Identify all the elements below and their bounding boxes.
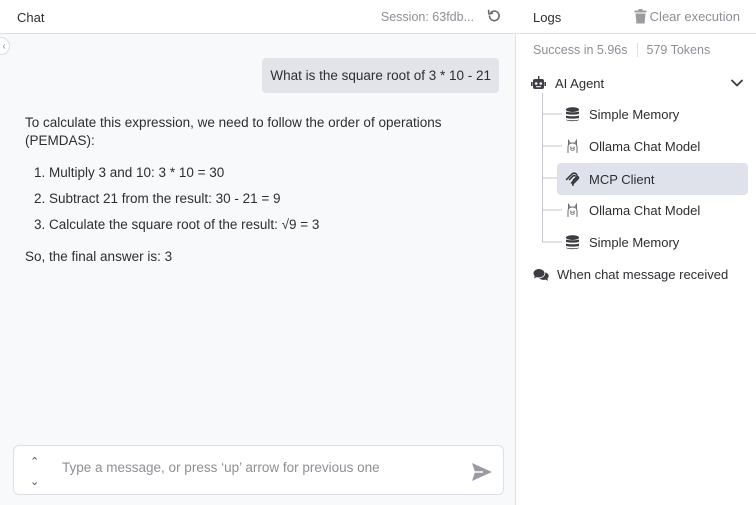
- token-count: 579 Tokens: [646, 43, 711, 57]
- tree-item-label: MCP Client: [589, 171, 655, 187]
- user-message: What is the square root of 3 * 10 - 21: [262, 58, 499, 93]
- bot-message: To calculate this expression, we need to…: [25, 114, 485, 280]
- send-icon[interactable]: [471, 462, 493, 482]
- message-input-box: ⌃ ⌄: [13, 445, 504, 495]
- status-text: Success in 5.96s: [533, 43, 628, 57]
- database-icon: [566, 234, 579, 249]
- logs-header: Logs Clear execution: [517, 0, 756, 34]
- tree-item-label: Ollama Chat Model: [589, 138, 701, 154]
- chat-header: Chat Session: 63fdb...: [0, 0, 516, 34]
- divider: [636, 43, 638, 57]
- message-input[interactable]: [62, 460, 462, 475]
- bot-conclusion: So, the final answer is: 3: [25, 249, 173, 264]
- bot-steps: Multiply 3 and 10: 3 * 10 = 30 Subtract …: [49, 164, 485, 234]
- list-item: Multiply 3 and 10: 3 * 10 = 30: [49, 164, 485, 182]
- list-item: Subtract 21 from the result: 30 - 21 = 9: [49, 190, 485, 208]
- tree-item-simple-memory[interactable]: Simple Memory: [557, 226, 748, 258]
- database-icon: [566, 106, 579, 121]
- tree-item-label: Ollama Chat Model: [589, 202, 701, 218]
- ollama-icon: [567, 138, 578, 153]
- comments-icon: [533, 268, 549, 281]
- tree-item-ai-agent[interactable]: AI Agent: [531, 73, 746, 93]
- tree-item-simple-memory[interactable]: Simple Memory: [557, 98, 748, 130]
- trash-icon: [634, 9, 647, 24]
- tree-item-label: Simple Memory: [589, 234, 680, 250]
- chevron-left-icon: ‹: [2, 40, 6, 52]
- execution-summary: Success in 5.96s 579 Tokens: [533, 43, 710, 57]
- chat-panel: Chat Session: 63fdb... ‹ What is the squ…: [0, 0, 516, 505]
- ollama-icon: [567, 202, 578, 217]
- session-id[interactable]: Session: 63fdb...: [381, 10, 474, 24]
- tree-item-ollama-chat-model[interactable]: Ollama Chat Model: [557, 130, 748, 162]
- clear-execution-label: Clear execution: [649, 9, 740, 24]
- chevron-down-icon[interactable]: [730, 76, 744, 90]
- list-item: Calculate the square root of the result:…: [49, 216, 485, 234]
- bot-intro: To calculate this expression, we need to…: [25, 115, 442, 148]
- tree-item-label: AI Agent: [555, 75, 605, 91]
- chat-title: Chat: [17, 10, 45, 25]
- clear-execution-button[interactable]: Clear execution: [634, 9, 740, 24]
- mcp-icon: [565, 171, 580, 186]
- chevron-down-icon[interactable]: ⌄: [30, 475, 39, 488]
- robot-icon: [531, 76, 546, 89]
- logs-title: Logs: [533, 10, 562, 25]
- collapse-handle[interactable]: ‹: [0, 37, 10, 55]
- tree-item-label: When chat message received: [557, 267, 729, 282]
- tree-item-ollama-chat-model[interactable]: Ollama Chat Model: [557, 194, 748, 226]
- refresh-icon[interactable]: [486, 8, 502, 24]
- tree-item-mcp-client[interactable]: MCP Client: [557, 163, 748, 195]
- tree-item-label: Simple Memory: [589, 106, 680, 122]
- chevron-up-icon[interactable]: ⌃: [30, 455, 39, 468]
- logs-panel: Logs Clear execution Success in 5.96s 57…: [517, 0, 756, 505]
- tree-item-chat-trigger[interactable]: When chat message received: [533, 267, 728, 282]
